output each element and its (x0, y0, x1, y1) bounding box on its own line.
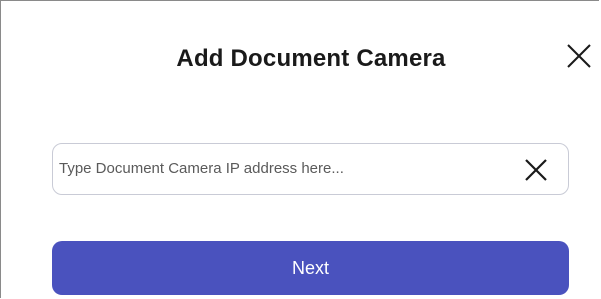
add-document-camera-dialog: Add Document Camera Next (0, 0, 599, 298)
next-button[interactable]: Next (52, 241, 569, 295)
ip-address-input[interactable] (59, 144, 499, 193)
dialog-title: Add Document Camera (176, 45, 446, 72)
ip-address-field (52, 143, 569, 195)
clear-icon (522, 156, 550, 184)
close-icon (564, 41, 594, 71)
close-button[interactable] (564, 41, 594, 71)
clear-input-button[interactable] (522, 156, 550, 184)
